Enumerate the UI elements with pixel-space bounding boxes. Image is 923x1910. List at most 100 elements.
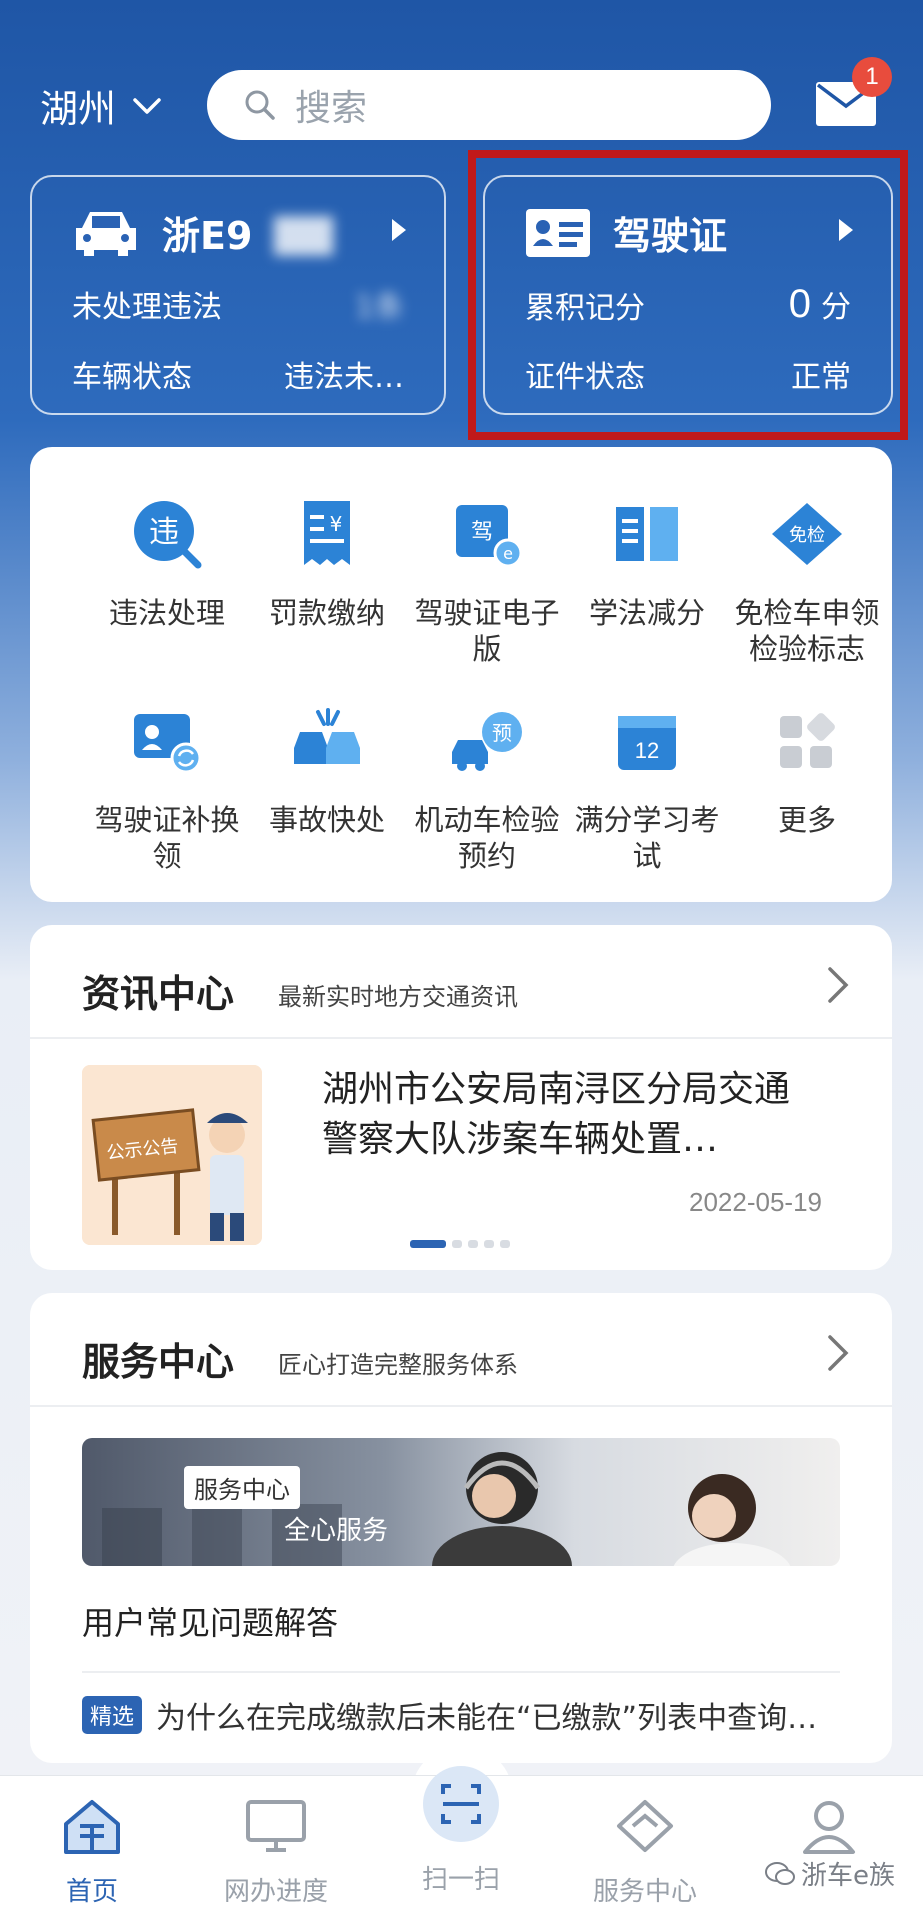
tab-scan[interactable]: 扫一扫	[369, 1764, 553, 1896]
service-banner[interactable]: 服务中心 全心服务	[82, 1438, 840, 1566]
license-card[interactable]: 驾驶证 累积记分 0分 证件状态 正常	[483, 175, 893, 415]
vehicle-status-value: 违法未…	[284, 360, 404, 395]
service-label: 更多	[777, 803, 836, 837]
service-label: 事故快处	[268, 803, 385, 837]
banner-text: 全心服务	[284, 1516, 389, 1546]
service-fine-payment[interactable]: ¥ 罚款缴纳	[252, 495, 402, 631]
service-study-points[interactable]: 学法减分	[572, 495, 722, 631]
carousel-dot	[452, 1240, 462, 1248]
svg-text:预: 预	[492, 721, 512, 745]
exempt-inspection-icon: 免检	[772, 503, 842, 565]
license-status-label: 证件状态	[525, 360, 645, 395]
tab-progress[interactable]: 网办进度	[184, 1796, 368, 1908]
service-license-renew[interactable]: 驾驶证补换领	[92, 702, 242, 874]
news-title: 资讯中心	[82, 972, 235, 1016]
search-placeholder: 搜索	[295, 88, 368, 129]
news-headline[interactable]: 湖州市公安局南浔区分局交通警察大队涉案车辆处置…	[322, 1065, 822, 1165]
inspection-booking-icon: 预	[452, 712, 522, 771]
featured-tag: 精选	[82, 1696, 143, 1734]
service-label: 违法处理	[108, 596, 225, 630]
svg-text:违: 违	[149, 515, 179, 550]
service-label: 学法减分	[588, 596, 705, 630]
points-value: 0	[788, 282, 811, 326]
service-e-license[interactable]: 驾e 驾驶证电子版	[412, 495, 562, 667]
tab-label: 扫一扫	[421, 1865, 500, 1895]
points-label: 累积记分	[525, 290, 645, 326]
e-license-icon: 驾e	[456, 505, 523, 568]
divider	[30, 1037, 892, 1039]
service-center-panel: 服务中心 匠心打造完整服务体系 服务中心 全心服务 用户常见问题解答 精选 为什…	[30, 1293, 892, 1763]
service-label: 满分学习考试	[574, 803, 720, 873]
service-accident[interactable]: 事故快处	[252, 702, 402, 838]
caret-right-icon	[839, 219, 853, 241]
city-selector[interactable]: 湖州	[40, 78, 164, 133]
svg-text:12: 12	[635, 738, 659, 763]
watermark-text: 浙车e族	[801, 1861, 895, 1891]
service-label: 罚款缴纳	[268, 596, 385, 630]
svg-text:驾: 驾	[471, 520, 493, 545]
news-panel: 资讯中心 最新实时地方交通资讯 公示公告 湖州市公安局南浔区分局交通警察大队涉案…	[30, 925, 892, 1270]
chevron-right-icon[interactable]	[826, 965, 852, 1005]
violation-label: 未处理违法	[72, 290, 222, 325]
service-more[interactable]: 更多	[732, 702, 882, 838]
mail-badge: 1	[852, 57, 892, 97]
news-thumbnail[interactable]: 公示公告	[82, 1065, 262, 1245]
violation-count: 1条	[354, 290, 404, 325]
search-icon	[245, 90, 275, 120]
wechat-icon	[765, 1861, 795, 1885]
license-renew-icon	[134, 714, 202, 774]
faq-question: 为什么在完成缴款后未能在“已缴款”列表中查询…	[156, 1701, 818, 1736]
faq-title: 用户常见问题解答	[82, 1604, 339, 1642]
accident-icon	[294, 708, 360, 764]
chevron-right-icon[interactable]	[826, 1333, 852, 1373]
calendar-exam-icon: 12	[618, 716, 676, 770]
fine-payment-icon: ¥	[304, 501, 350, 565]
news-date: 2022-05-19	[689, 1187, 822, 1217]
home-icon	[64, 1800, 120, 1854]
service-center-subtitle: 匠心打造完整服务体系	[278, 1351, 518, 1379]
violation-icon: 违	[134, 501, 202, 569]
tab-label: 网办进度	[223, 1877, 328, 1907]
id-card-icon	[526, 208, 590, 257]
carousel-dot	[468, 1240, 478, 1248]
chevron-down-icon	[133, 97, 161, 114]
service-label: 驾驶证电子版	[414, 596, 560, 666]
services-panel: 违 违法处理 ¥ 罚款缴纳 驾e 驾驶证电子版 学法减分 免检 免检车申领检验标…	[30, 447, 892, 902]
points-value-wrap: 0分	[789, 282, 851, 327]
carousel-dots	[410, 1240, 510, 1248]
svg-text:免检: 免检	[789, 525, 825, 546]
car-icon	[76, 211, 136, 256]
service-exempt-inspection[interactable]: 免检 免检车申领检验标志	[732, 495, 882, 667]
vehicle-card[interactable]: 浙E9 ▇▇ 未处理违法 1条 车辆状态 违法未…	[30, 175, 446, 415]
more-grid-icon	[780, 713, 835, 768]
carousel-dot-active	[410, 1240, 446, 1248]
news-subtitle: 最新实时地方交通资讯	[278, 983, 518, 1011]
scan-icon	[423, 1766, 499, 1842]
service-center-title: 服务中心	[82, 1340, 235, 1384]
faq-item[interactable]: 精选 为什么在完成缴款后未能在“已缴款”列表中查询…	[82, 1693, 817, 1737]
city-label: 湖州	[40, 87, 117, 131]
carousel-dot	[484, 1240, 494, 1248]
caret-right-icon	[392, 219, 406, 241]
police-notice-illustration: 公示公告	[82, 1065, 262, 1245]
plate-masked: ▇▇	[274, 210, 333, 255]
service-label: 机动车检验预约	[414, 803, 560, 873]
tab-service-center[interactable]: 服务中心	[553, 1796, 737, 1908]
svg-text:e: e	[503, 544, 513, 563]
service-inspection-booking[interactable]: 预 机动车检验预约	[412, 702, 562, 874]
top-bar: 湖州 搜索 1	[0, 0, 923, 175]
service-full-score-exam[interactable]: 12 满分学习考试	[572, 702, 722, 874]
vehicle-status-label: 车辆状态	[72, 360, 192, 395]
svg-text:¥: ¥	[330, 512, 343, 536]
watermark: 浙车e族	[765, 1855, 895, 1892]
user-icon	[803, 1801, 855, 1854]
monitor-icon	[246, 1800, 306, 1852]
service-diamond-icon	[617, 1800, 673, 1852]
carousel-dot	[500, 1240, 510, 1248]
license-title: 驾驶证	[613, 214, 728, 258]
service-label: 驾驶证补换领	[94, 803, 240, 873]
service-violation[interactable]: 违 违法处理	[92, 495, 242, 631]
divider	[30, 1405, 892, 1407]
search-input[interactable]: 搜索	[207, 70, 771, 140]
tab-home[interactable]: 首页	[0, 1796, 184, 1908]
